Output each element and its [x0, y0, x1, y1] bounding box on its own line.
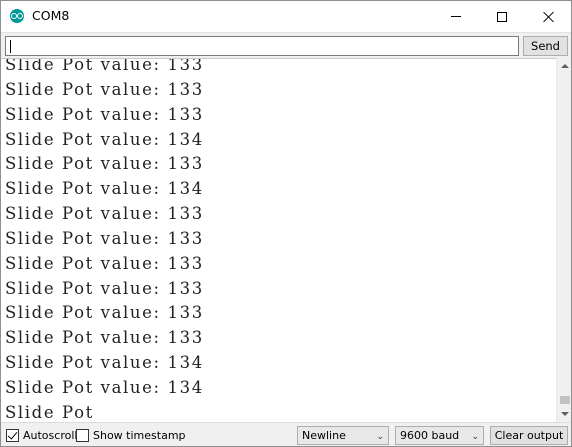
- maximize-button[interactable]: [479, 1, 525, 32]
- window-title: COM8: [32, 8, 70, 23]
- baud-rate-select[interactable]: 9600 baud ⌄: [395, 426, 484, 445]
- output-lines: Slide Pot value: 133 Slide Pot value: 133…: [5, 58, 204, 422]
- output-line: Slide Pot value: 133: [5, 328, 204, 348]
- output-line: Slide Pot value: 133: [5, 278, 204, 298]
- show-timestamp-label[interactable]: Show timestamp: [93, 429, 186, 442]
- check-icon: [7, 429, 18, 440]
- close-icon: [542, 11, 554, 23]
- clear-output-button[interactable]: Clear output: [490, 426, 568, 445]
- output-line: Slide Pot value: 133: [5, 228, 204, 248]
- serial-monitor-window: COM8 Send Slide Pot value: 133 Slide Pot …: [0, 0, 572, 447]
- autoscroll-label[interactable]: Autoscroll: [23, 429, 77, 442]
- show-timestamp-checkbox[interactable]: [76, 429, 89, 442]
- output-line: Slide Pot value: 133: [5, 79, 204, 99]
- title-bar[interactable]: COM8: [1, 1, 571, 32]
- chevron-down-icon: ⌄: [471, 432, 479, 442]
- output-line: Slide Pot: [5, 402, 94, 422]
- minimize-icon: [451, 16, 461, 17]
- autoscroll-checkbox[interactable]: [6, 429, 19, 442]
- output-line: Slide Pot value: 134: [5, 377, 204, 397]
- vertical-scrollbar[interactable]: [556, 58, 571, 422]
- output-line: Slide Pot value: 133: [5, 104, 204, 124]
- output-line: Slide Pot value: 134: [5, 179, 204, 199]
- baud-rate-value: 9600 baud: [400, 429, 460, 442]
- maximize-icon: [497, 11, 507, 22]
- output-line: Slide Pot value: 133: [5, 58, 204, 74]
- send-button[interactable]: Send: [523, 36, 568, 56]
- scrollbar-thumb[interactable]: [560, 396, 570, 404]
- line-ending-select[interactable]: Newline ⌄: [297, 426, 389, 445]
- serial-input[interactable]: [5, 36, 519, 56]
- send-row: Send: [1, 32, 571, 58]
- arrow-down-icon: [561, 412, 569, 416]
- minimize-button[interactable]: [433, 1, 479, 32]
- arduino-icon: [10, 9, 24, 23]
- arrow-up-icon: [561, 64, 569, 68]
- output-line: Slide Pot value: 133: [5, 253, 204, 273]
- output-line: Slide Pot value: 134: [5, 353, 204, 373]
- footer-bar: Autoscroll Show timestamp Newline ⌄ 9600…: [1, 422, 571, 446]
- scroll-down-button[interactable]: [557, 406, 571, 422]
- chevron-down-icon: ⌄: [376, 432, 384, 442]
- line-ending-value: Newline: [302, 429, 346, 442]
- serial-output[interactable]: Slide Pot value: 133 Slide Pot value: 133…: [1, 58, 556, 422]
- output-line: Slide Pot value: 133: [5, 154, 204, 174]
- scroll-up-button[interactable]: [557, 58, 571, 74]
- output-line: Slide Pot value: 133: [5, 204, 204, 224]
- output-line: Slide Pot value: 133: [5, 303, 204, 323]
- close-button[interactable]: [525, 1, 571, 32]
- output-line: Slide Pot value: 134: [5, 129, 204, 149]
- text-caret: [10, 40, 11, 53]
